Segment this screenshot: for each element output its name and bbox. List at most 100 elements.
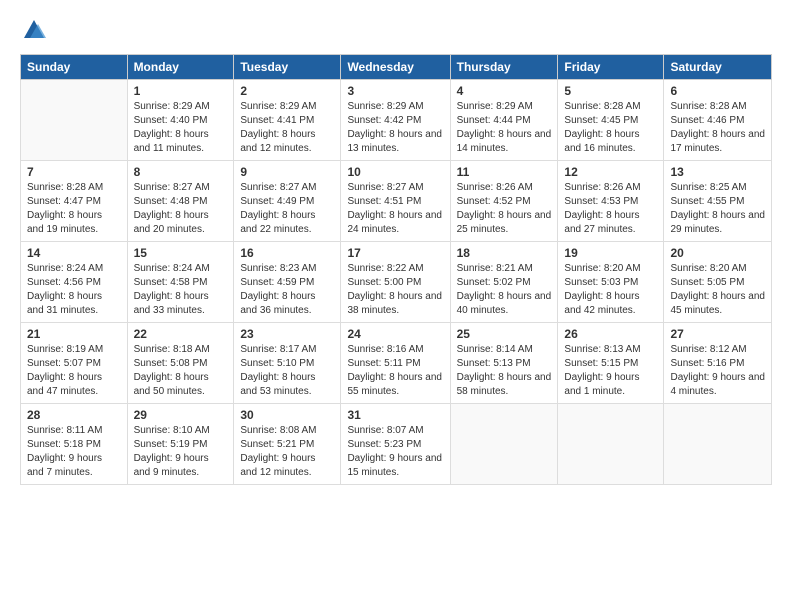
- calendar-cell: 16Sunrise: 8:23 AMSunset: 4:59 PMDayligh…: [234, 242, 341, 323]
- day-info: Sunrise: 8:27 AMSunset: 4:51 PMDaylight:…: [347, 181, 443, 237]
- day-number: 14: [27, 246, 121, 260]
- weekday-header-sunday: Sunday: [21, 55, 128, 80]
- calendar-cell: 2Sunrise: 8:29 AMSunset: 4:41 PMDaylight…: [234, 80, 341, 161]
- day-info: Sunrise: 8:24 AMSunset: 4:56 PMDaylight:…: [27, 262, 121, 318]
- day-number: 30: [240, 408, 334, 422]
- calendar-cell: 21 Sunrise: 8:19 AMSunset: 5:07 PMDayligh…: [21, 323, 128, 404]
- calendar-cell: 24 Sunrise: 8:16 AMSunset: 5:11 PMDayligh…: [341, 323, 450, 404]
- day-number: 6: [670, 84, 765, 98]
- day-number: 5: [564, 84, 657, 98]
- calendar-cell: 7 Sunrise: 8:28 AMSunset: 4:47 PMDaylight…: [21, 161, 128, 242]
- calendar-cell: 5 Sunrise: 8:28 AMSunset: 4:45 PMDaylight…: [558, 80, 664, 161]
- weekday-header-friday: Friday: [558, 55, 664, 80]
- day-number: 4: [457, 84, 552, 98]
- day-info: Sunrise: 8:13 AMSunset: 5:15 PMDaylight:…: [564, 343, 657, 399]
- day-number: 9: [240, 165, 334, 179]
- calendar-week-3: 21 Sunrise: 8:19 AMSunset: 5:07 PMDayligh…: [21, 323, 772, 404]
- day-number: 24: [347, 327, 443, 341]
- day-info: Sunrise: 8:18 AMSunset: 5:08 PMDaylight:…: [134, 343, 228, 399]
- day-info: Sunrise: 8:19 AMSunset: 5:07 PMDaylight:…: [27, 343, 121, 399]
- calendar-cell: 14 Sunrise: 8:24 AMSunset: 4:56 PMDayligh…: [21, 242, 128, 323]
- calendar-cell: 20 Sunrise: 8:20 AMSunset: 5:05 PMDayligh…: [664, 242, 772, 323]
- day-info: Sunrise: 8:27 AMSunset: 4:48 PMDaylight:…: [134, 181, 228, 237]
- calendar-cell: 25 Sunrise: 8:14 AMSunset: 5:13 PMDayligh…: [450, 323, 558, 404]
- calendar-cell: 8Sunrise: 8:27 AMSunset: 4:48 PMDaylight…: [127, 161, 234, 242]
- day-number: 16: [240, 246, 334, 260]
- weekday-header-thursday: Thursday: [450, 55, 558, 80]
- day-info: Sunrise: 8:16 AMSunset: 5:11 PMDaylight:…: [347, 343, 443, 399]
- calendar-cell: 26 Sunrise: 8:13 AMSunset: 5:15 PMDayligh…: [558, 323, 664, 404]
- day-number: 10: [347, 165, 443, 179]
- day-info: Sunrise: 8:28 AMSunset: 4:45 PMDaylight:…: [564, 100, 657, 156]
- day-number: 26: [564, 327, 657, 341]
- day-info: Sunrise: 8:14 AMSunset: 5:13 PMDaylight:…: [457, 343, 552, 399]
- calendar-table: SundayMondayTuesdayWednesdayThursdayFrid…: [20, 54, 772, 485]
- calendar-cell: [21, 80, 128, 161]
- weekday-header-wednesday: Wednesday: [341, 55, 450, 80]
- day-number: 28: [27, 408, 121, 422]
- day-info: Sunrise: 8:25 AMSunset: 4:55 PMDaylight:…: [670, 181, 765, 237]
- calendar-cell: 23 Sunrise: 8:17 AMSunset: 5:10 PMDayligh…: [234, 323, 341, 404]
- calendar-week-4: 28 Sunrise: 8:11 AMSunset: 5:18 PMDayligh…: [21, 404, 772, 485]
- day-info: Sunrise: 8:26 AMSunset: 4:53 PMDaylight:…: [564, 181, 657, 237]
- calendar-cell: 11 Sunrise: 8:26 AMSunset: 4:52 PMDayligh…: [450, 161, 558, 242]
- day-info: Sunrise: 8:10 AMSunset: 5:19 PMDaylight:…: [134, 424, 228, 480]
- day-number: 15: [134, 246, 228, 260]
- calendar-cell: 31Sunrise: 8:07 AMSunset: 5:23 PMDayligh…: [341, 404, 450, 485]
- day-number: 23: [240, 327, 334, 341]
- day-number: 2: [240, 84, 334, 98]
- calendar-week-2: 14 Sunrise: 8:24 AMSunset: 4:56 PMDayligh…: [21, 242, 772, 323]
- calendar-cell: 19 Sunrise: 8:20 AMSunset: 5:03 PMDayligh…: [558, 242, 664, 323]
- calendar-cell: 4Sunrise: 8:29 AMSunset: 4:44 PMDaylight…: [450, 80, 558, 161]
- calendar-cell: 29 Sunrise: 8:10 AMSunset: 5:19 PMDayligh…: [127, 404, 234, 485]
- calendar-cell: 15 Sunrise: 8:24 AMSunset: 4:58 PMDayligh…: [127, 242, 234, 323]
- weekday-header-tuesday: Tuesday: [234, 55, 341, 80]
- day-number: 18: [457, 246, 552, 260]
- day-number: 20: [670, 246, 765, 260]
- day-info: Sunrise: 8:24 AMSunset: 4:58 PMDaylight:…: [134, 262, 228, 318]
- calendar-cell: 3 Sunrise: 8:29 AMSunset: 4:42 PMDaylight…: [341, 80, 450, 161]
- calendar-cell: 22Sunrise: 8:18 AMSunset: 5:08 PMDayligh…: [127, 323, 234, 404]
- weekday-header-monday: Monday: [127, 55, 234, 80]
- day-info: Sunrise: 8:08 AMSunset: 5:21 PMDaylight:…: [240, 424, 334, 480]
- day-info: Sunrise: 8:28 AMSunset: 4:46 PMDaylight:…: [670, 100, 765, 156]
- day-info: Sunrise: 8:28 AMSunset: 4:47 PMDaylight:…: [27, 181, 121, 237]
- day-number: 25: [457, 327, 552, 341]
- day-info: Sunrise: 8:20 AMSunset: 5:05 PMDaylight:…: [670, 262, 765, 318]
- day-info: Sunrise: 8:22 AMSunset: 5:00 PMDaylight:…: [347, 262, 443, 318]
- day-number: 13: [670, 165, 765, 179]
- day-number: 7: [27, 165, 121, 179]
- day-info: Sunrise: 8:07 AMSunset: 5:23 PMDaylight:…: [347, 424, 443, 480]
- calendar-cell: 27 Sunrise: 8:12 AMSunset: 5:16 PMDayligh…: [664, 323, 772, 404]
- calendar-cell: 17 Sunrise: 8:22 AMSunset: 5:00 PMDayligh…: [341, 242, 450, 323]
- calendar-cell: 30 Sunrise: 8:08 AMSunset: 5:21 PMDayligh…: [234, 404, 341, 485]
- weekday-header-saturday: Saturday: [664, 55, 772, 80]
- day-info: Sunrise: 8:26 AMSunset: 4:52 PMDaylight:…: [457, 181, 552, 237]
- calendar-cell: 12 Sunrise: 8:26 AMSunset: 4:53 PMDayligh…: [558, 161, 664, 242]
- day-info: Sunrise: 8:17 AMSunset: 5:10 PMDaylight:…: [240, 343, 334, 399]
- day-info: Sunrise: 8:27 AMSunset: 4:49 PMDaylight:…: [240, 181, 334, 237]
- day-info: Sunrise: 8:29 AMSunset: 4:40 PMDaylight:…: [134, 100, 228, 156]
- calendar-cell: 28 Sunrise: 8:11 AMSunset: 5:18 PMDayligh…: [21, 404, 128, 485]
- calendar-cell: [450, 404, 558, 485]
- calendar-week-1: 7 Sunrise: 8:28 AMSunset: 4:47 PMDaylight…: [21, 161, 772, 242]
- calendar-cell: 18Sunrise: 8:21 AMSunset: 5:02 PMDayligh…: [450, 242, 558, 323]
- logo-icon: [20, 16, 48, 44]
- calendar-cell: 9 Sunrise: 8:27 AMSunset: 4:49 PMDaylight…: [234, 161, 341, 242]
- day-info: Sunrise: 8:29 AMSunset: 4:42 PMDaylight:…: [347, 100, 443, 156]
- day-number: 1: [134, 84, 228, 98]
- day-number: 3: [347, 84, 443, 98]
- calendar-cell: [664, 404, 772, 485]
- day-info: Sunrise: 8:11 AMSunset: 5:18 PMDaylight:…: [27, 424, 121, 480]
- day-info: Sunrise: 8:20 AMSunset: 5:03 PMDaylight:…: [564, 262, 657, 318]
- calendar-cell: 10 Sunrise: 8:27 AMSunset: 4:51 PMDayligh…: [341, 161, 450, 242]
- day-info: Sunrise: 8:12 AMSunset: 5:16 PMDaylight:…: [670, 343, 765, 399]
- day-number: 21: [27, 327, 121, 341]
- day-number: 11: [457, 165, 552, 179]
- day-number: 27: [670, 327, 765, 341]
- day-number: 17: [347, 246, 443, 260]
- day-number: 19: [564, 246, 657, 260]
- day-number: 29: [134, 408, 228, 422]
- logo: [20, 16, 52, 44]
- day-number: 12: [564, 165, 657, 179]
